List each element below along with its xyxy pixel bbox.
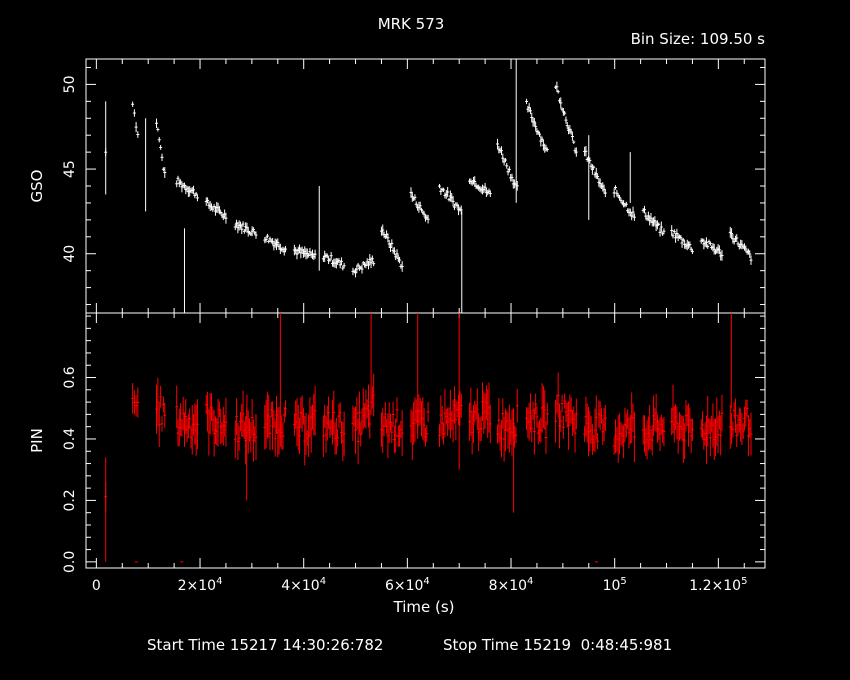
y-tick-label: 0.6: [62, 366, 78, 388]
y-tick-label: 0.4: [62, 428, 78, 450]
x-tick-label: 6×104: [385, 576, 430, 594]
gso-frame: [85, 58, 766, 314]
y-tick-label: 45: [62, 160, 78, 178]
y-axis-label: GSO: [28, 170, 46, 203]
gso-panel: 40 45 50 GSO: [28, 58, 766, 314]
y-axis-label: PIN: [28, 428, 46, 453]
x-tick-label: 8×104: [489, 576, 534, 594]
light-curve-chart: MRK 573 Bin Size: 109.50 s 40 45 50 GSO 0.0…: [28, 15, 766, 616]
gso-series: [104, 59, 753, 313]
y-tick-label: 40: [62, 245, 78, 263]
stop-time: Stop Time 15219 0:48:45:981: [443, 636, 673, 654]
y-tick-label: 0.0: [62, 551, 78, 573]
pin-panel: 0.0 0.2 0.4 0.6 PIN 0 2×104 4×104 6×104 8×104 105 1…: [28, 312, 766, 594]
start-time: Start Time 15217 14:30:26:782: [147, 636, 384, 654]
x-tick-label: 0: [92, 578, 101, 594]
x-tick-label: 4×104: [281, 576, 326, 594]
chart-title: MRK 573: [378, 15, 445, 33]
x-tick-label: 105: [603, 576, 627, 594]
bin-size-label: Bin Size: 109.50 s: [631, 30, 766, 48]
x-axis-label: Time (s): [393, 598, 455, 616]
y-tick-label: 50: [62, 75, 78, 93]
x-tick-label: 2×104: [178, 576, 223, 594]
pin-series: [104, 313, 753, 563]
y-tick-label: 0.2: [62, 489, 78, 511]
x-tick-label: 1.2×105: [689, 576, 747, 594]
